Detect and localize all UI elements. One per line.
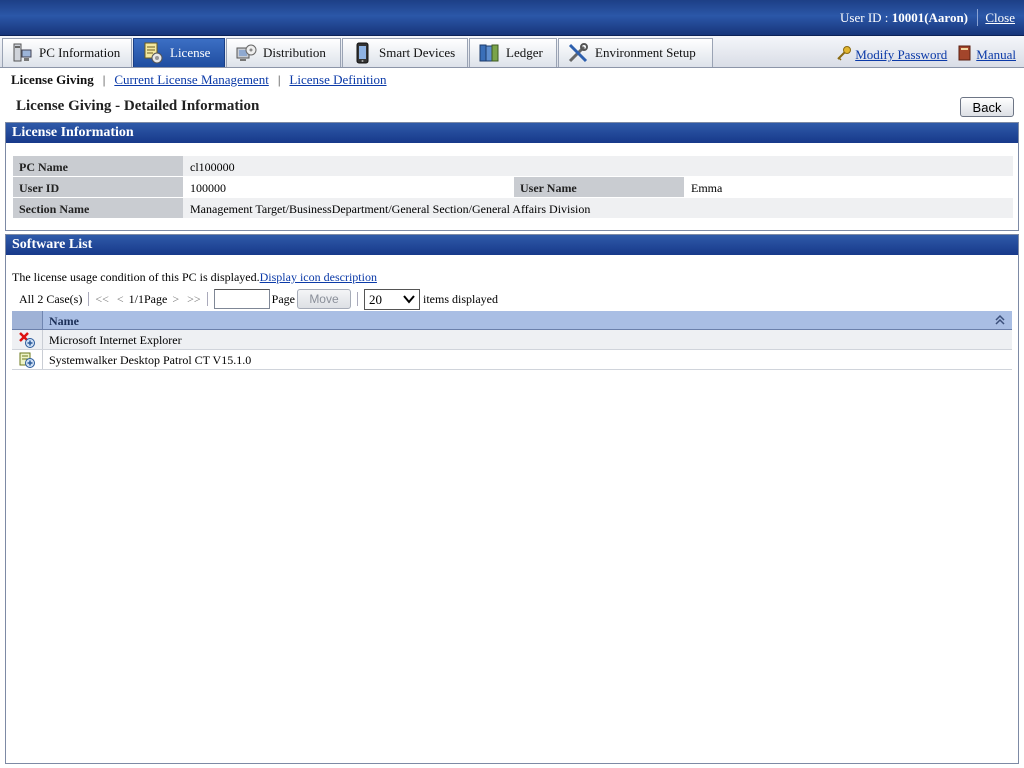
subnav-divider: | xyxy=(102,72,106,87)
chevron-down-icon xyxy=(403,293,415,305)
back-button[interactable]: Back xyxy=(960,97,1014,117)
description-text: The license usage condition of this PC i… xyxy=(12,270,260,284)
close-link[interactable]: Close xyxy=(985,10,1015,26)
table-row[interactable]: Systemwalker Desktop Patrol CT V15.1.0 xyxy=(12,350,1012,370)
software-list-panel: Software List The license usage conditio… xyxy=(5,234,1019,764)
subnav-current-license-management[interactable]: Current License Management xyxy=(114,72,269,88)
software-list-description: The license usage condition of this PC i… xyxy=(12,270,377,285)
tab-distribution[interactable]: Distribution xyxy=(226,38,341,67)
tools-icon xyxy=(567,42,589,64)
table-row[interactable]: Microsoft Internet Explorer xyxy=(12,330,1012,350)
modify-password-link[interactable]: Modify Password xyxy=(855,47,947,63)
info-row-user: User ID 100000 User Name Emma xyxy=(13,177,1013,198)
page-label: Page xyxy=(271,291,295,306)
user-id-value: 100000 xyxy=(183,177,514,197)
tab-label: Distribution xyxy=(263,45,326,60)
row-icon-cell xyxy=(12,350,43,369)
pc-name-label: PC Name xyxy=(13,156,183,176)
sub-navigation: License Giving | Current License Managem… xyxy=(0,68,1024,92)
user-name-label: User Name xyxy=(514,177,684,197)
software-name: Systemwalker Desktop Patrol CT V15.1.0 xyxy=(49,353,252,367)
pager-divider xyxy=(88,292,90,306)
section-name-value: Management Target/BusinessDepartment/Gen… xyxy=(183,198,1013,218)
pager-divider xyxy=(356,292,358,306)
items-per-page-value: 20 xyxy=(368,291,382,307)
header-divider xyxy=(977,9,978,26)
ledger-icon xyxy=(478,42,500,64)
tab-smart-devices[interactable]: Smart Devices xyxy=(342,38,468,67)
key-icon xyxy=(836,45,852,65)
top-header-bar: User ID : 10001(Aaron) Close xyxy=(0,0,1024,36)
tab-label: License xyxy=(170,45,211,60)
user-id-label: User ID xyxy=(13,177,183,197)
name-column-header[interactable]: Name xyxy=(43,311,1012,329)
collapse-up-icon[interactable] xyxy=(994,314,1006,326)
section-title: License Information xyxy=(6,123,1018,143)
column-label: Name xyxy=(49,314,79,328)
license-icon xyxy=(142,42,164,64)
book-icon xyxy=(957,45,973,65)
pager-divider xyxy=(206,292,208,306)
tab-label: Environment Setup xyxy=(595,45,696,60)
items-per-page-select[interactable]: 20 xyxy=(363,288,420,310)
tab-license[interactable]: License xyxy=(133,38,225,67)
subnav-divider: | xyxy=(277,72,281,87)
pc-name-value: cl100000 xyxy=(183,156,1013,176)
distribution-icon xyxy=(235,42,257,64)
user-id-value: 10001(Aaron) xyxy=(891,10,968,25)
page-title: License Giving - Detailed Information xyxy=(16,98,260,114)
tab-label: Ledger xyxy=(506,45,543,60)
modify-password-item: Modify Password xyxy=(836,45,947,65)
row-icon-cell xyxy=(12,330,43,349)
items-displayed-label: items displayed xyxy=(422,291,498,306)
section-title: Software List xyxy=(6,235,1018,255)
manual-item: Manual xyxy=(957,45,1016,65)
tab-environment-setup[interactable]: Environment Setup xyxy=(558,38,713,67)
main-tab-bar: PC Information License Distribution Smar… xyxy=(0,36,1024,68)
info-row-pc-name: PC Name cl100000 xyxy=(13,156,1013,177)
manual-link[interactable]: Manual xyxy=(976,47,1016,63)
next-page-link[interactable]: > xyxy=(172,292,179,307)
first-page-link[interactable]: << xyxy=(95,292,109,307)
license-information-panel: License Information PC Name cl100000 Use… xyxy=(5,122,1019,231)
info-row-section: Section Name Management Target/BusinessD… xyxy=(13,198,1013,219)
software-name: Microsoft Internet Explorer xyxy=(49,333,182,347)
page-number-input[interactable] xyxy=(213,289,270,309)
prev-page-link[interactable]: < xyxy=(117,292,124,307)
tab-label: Smart Devices xyxy=(379,45,456,60)
display-icon-description-link[interactable]: Display icon description xyxy=(260,270,377,284)
license-violation-icon xyxy=(19,332,35,348)
tab-label: PC Information xyxy=(39,45,121,60)
section-name-label: Section Name xyxy=(13,198,183,218)
license-ok-icon xyxy=(19,352,35,368)
total-count: All 2 Case(s) xyxy=(19,291,83,306)
subnav-license-definition[interactable]: License Definition xyxy=(289,72,386,88)
user-id-label: User ID : xyxy=(840,10,892,25)
page-info: 1/1Page xyxy=(128,291,168,306)
license-info-grid: PC Name cl100000 User ID 100000 User Nam… xyxy=(13,156,1013,219)
tab-pc-information[interactable]: PC Information xyxy=(2,38,132,67)
table-header: Name xyxy=(12,311,1012,330)
tab-ledger[interactable]: Ledger xyxy=(469,38,557,67)
software-table: Name Microsoft Internet Explorer Systemw… xyxy=(12,311,1012,370)
smart-device-icon xyxy=(351,42,373,64)
pager: All 2 Case(s) << < 1/1Page > >> Page Mov… xyxy=(19,288,498,310)
pc-icon xyxy=(11,42,33,64)
icon-column-header xyxy=(12,311,43,329)
user-info: User ID : 10001(Aaron) xyxy=(840,10,968,26)
user-name-value: Emma xyxy=(684,177,1013,197)
subnav-license-giving: License Giving xyxy=(11,72,94,87)
top-right-links: Modify Password Manual xyxy=(836,45,1016,65)
last-page-link[interactable]: >> xyxy=(187,292,201,307)
move-button[interactable]: Move xyxy=(296,289,351,309)
page-heading: License Giving - Detailed Information Ba… xyxy=(0,94,1024,120)
